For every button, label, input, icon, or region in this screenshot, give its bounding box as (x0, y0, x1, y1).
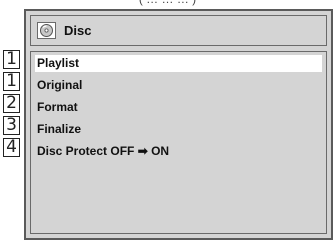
menu-item-finalize[interactable]: Finalize (35, 121, 322, 138)
step-marker-3: 2 (3, 94, 20, 113)
disc-icon (37, 22, 56, 39)
disc-menu-window: Disc Playlist Original Format Finalize D… (24, 9, 333, 240)
menu-item-label: Playlist (37, 56, 80, 70)
cropped-header-text: ( … … … ) (0, 0, 335, 6)
menu-item-label: Original (37, 78, 83, 92)
menu-item-label: Format (37, 100, 78, 114)
menu-item-label: Disc Protect OFF ➡ ON (37, 144, 170, 158)
step-marker-5: 4 (3, 138, 20, 157)
step-marker-4: 3 (3, 116, 20, 135)
title-bar: Disc (30, 15, 327, 46)
step-marker-2: 1 (3, 72, 20, 91)
menu-item-label: Finalize (37, 122, 82, 136)
window-title: Disc (64, 23, 92, 38)
menu-item-playlist[interactable]: Playlist (35, 55, 322, 72)
step-marker-1: 1 (3, 50, 20, 69)
menu-item-format[interactable]: Format (35, 99, 322, 116)
menu-item-original[interactable]: Original (35, 77, 322, 94)
menu-item-disc-protect[interactable]: Disc Protect OFF ➡ ON (35, 143, 322, 160)
menu-panel: Playlist Original Format Finalize Disc P… (30, 51, 327, 234)
